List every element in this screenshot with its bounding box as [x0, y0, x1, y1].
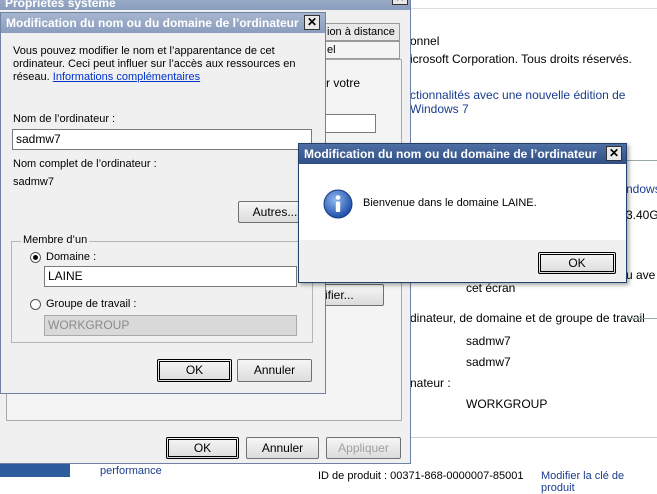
product-id: ID de produit : 00371-868-0000007-85001 [318, 470, 524, 482]
label-ateur: nateur : [410, 376, 451, 390]
text-cet-ecran: cet écran [466, 281, 516, 295]
rename-intro: Vous pouvez modifier le nom et l’apparen… [13, 45, 303, 84]
props-cancel-button[interactable]: Annuler [246, 437, 319, 459]
full-name-label: Nom complet de l’ordinateur : [13, 158, 157, 170]
text-copyright: icrosoft Corporation. Tous droits réserv… [410, 52, 632, 66]
rename-dialog-title: Modification du nom ou du domaine de l’o… [6, 16, 299, 30]
member-of-label: Membre d’un [21, 234, 90, 246]
more-info-link[interactable]: Informations complémentaires [53, 71, 200, 83]
system-properties-titlebar: Propriétés système [0, 0, 410, 10]
text-ave: u ave [626, 268, 656, 282]
tab-material-label: el [327, 44, 336, 56]
link-more-features[interactable]: ctionnalités avec une nouvelle édition d… [410, 88, 657, 116]
rename-dialog: Modification du nom ou du domaine de l’o… [0, 12, 326, 394]
bottom-divider [410, 437, 657, 438]
computer-name-input[interactable]: sadmw7 [12, 129, 312, 150]
domain-radio[interactable] [30, 252, 41, 263]
rename-dialog-titlebar: Modification du nom ou du domaine de l’o… [1, 13, 325, 33]
welcome-ok-button[interactable]: OK [538, 252, 616, 274]
text-connel: onnel [410, 34, 440, 48]
domain-input[interactable]: LAINE [44, 266, 297, 287]
props-ok-label: OK [193, 441, 212, 455]
domain-label: Domaine : [46, 251, 97, 263]
full-name-value: sadmw7 [13, 176, 54, 188]
rename-ok-label: OK [185, 363, 204, 377]
close-icon[interactable]: ✕ [606, 146, 622, 161]
info-icon [323, 189, 353, 219]
welcome-dialog-title: Modification du nom ou du domaine de l’o… [304, 147, 597, 161]
rename-ok-button[interactable]: OK [157, 359, 232, 382]
value-computer-name: sadmw7 [466, 334, 511, 348]
props-ok-button[interactable]: OK [166, 437, 239, 459]
section-heading-rule [627, 318, 657, 319]
value-workgroup: WORKGROUP [466, 397, 548, 411]
welcome-ok-label: OK [568, 256, 586, 270]
welcome-dialog: Modification du nom ou du domaine de l’o… [298, 143, 627, 283]
more-button-label: Autres... [252, 205, 298, 219]
props-apply-label: Appliquer [338, 441, 389, 455]
modify-button-label: ifier... [325, 288, 354, 302]
workgroup-input[interactable]: WORKGROUP [44, 315, 297, 336]
close-icon[interactable]: ✕ [304, 15, 320, 30]
rename-cancel-label: Annuler [253, 363, 296, 377]
close-icon[interactable]: ✕ [392, 0, 408, 5]
background-separator [410, 8, 657, 9]
link-performance[interactable]: performance [100, 465, 162, 477]
section-divider [626, 160, 657, 161]
section-heading-computer: dinateur, de domaine et de groupe de tra… [410, 311, 645, 325]
workgroup-label: Groupe de travail : [46, 298, 137, 310]
cpu-speed-fragment: 3.40G [626, 208, 657, 222]
link-windows[interactable]: ndows [626, 182, 657, 196]
value-full-name: sadmw7 [466, 355, 511, 369]
welcome-message: Bienvenue dans le domaine LAINE. [363, 197, 537, 209]
link-change-key[interactable]: Modifier la clé de produit [541, 470, 657, 494]
welcome-dialog-titlebar: Modification du nom ou du domaine de l’o… [299, 144, 626, 164]
tab-material[interactable]: el [314, 41, 400, 59]
tab-remote[interactable]: ion à distance [314, 23, 400, 41]
text-votre: r votre [326, 76, 361, 90]
props-cancel-label: Annuler [261, 441, 304, 455]
computer-name-label: Nom de l’ordinateur : [13, 113, 116, 125]
workgroup-radio[interactable] [30, 299, 41, 310]
tab-remote-label: ion à distance [327, 26, 395, 38]
props-apply-button[interactable]: Appliquer [326, 437, 401, 459]
rename-cancel-button[interactable]: Annuler [237, 359, 312, 382]
left-nav-strip [0, 462, 70, 477]
computer-description-field[interactable] [320, 114, 376, 133]
system-properties-title: Propriétés système [5, 0, 116, 10]
